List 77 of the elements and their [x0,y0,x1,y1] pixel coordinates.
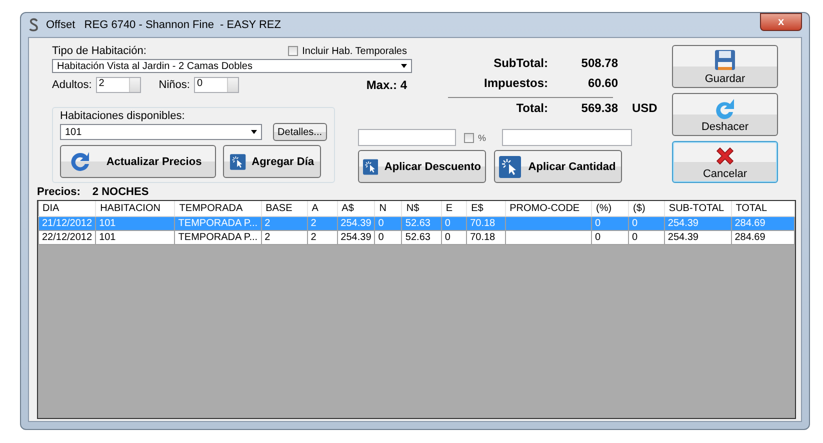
table-cell: 254.39 [664,216,732,230]
side-button[interactable]: Cancelar [672,140,778,183]
table-cell: 101 [96,216,175,230]
total-label: Total: [515,100,548,114]
total-value: 569.38 [580,100,618,114]
column-header[interactable]: TEMPORADA [174,201,262,216]
table-cell: 0 [628,216,664,230]
total-value: 60.60 [586,76,618,90]
column-header[interactable]: E [441,201,467,216]
column-header[interactable]: A$ [337,201,375,216]
app-icon [28,18,40,32]
table-cell: 254.39 [664,230,732,244]
column-header[interactable]: PROMO-CODE [505,201,592,216]
table-cell: 2 [261,216,308,230]
adults-spinner[interactable]: 2 [96,77,141,93]
checkbox-label: Incluir Hab. Temporales [302,46,407,56]
nights-label: 2 NOCHES [92,186,149,198]
available-rooms-label: Habitaciones disponibles: [60,110,185,122]
table-cell: 0 [592,230,629,244]
column-header[interactable]: A [307,201,338,216]
total-label: SubTotal: [492,56,548,70]
table-cell: TEMPORADA P... [174,230,262,244]
column-header[interactable]: N [374,201,402,216]
table-cell: 284.69 [731,216,794,230]
amount-field[interactable] [502,129,632,146]
room-type-dropdown[interactable]: Habitación Vista al Jardin - 2 Camas Dobles [52,59,412,73]
checkbox[interactable] [288,46,298,56]
column-header[interactable]: E$ [466,201,506,216]
table-cell: 52.63 [402,216,442,230]
room-dropdown[interactable]: 101 [60,124,262,140]
adults-label: Adultos: [52,79,92,91]
table-row[interactable]: 22/12/2012 101 TEMPORADA P... 2 2 254.39 0 52.63 0 70.18 0 0 254.39 284.69 [38,230,794,244]
room-type-label: Tipo de Habitación: [52,45,146,57]
column-header[interactable]: SUB-TOTAL [664,201,732,216]
column-header[interactable]: ($) [628,201,664,216]
close-icon [714,144,736,166]
discount-field[interactable] [358,129,456,146]
total-label: Impuestos: [482,76,548,90]
table-cell: 0 [628,230,664,244]
cursor-icon [499,156,521,178]
column-header[interactable]: DIA [38,201,96,216]
table-cell: TEMPORADA P... [174,216,262,230]
children-label: Niños: [158,79,190,91]
table-cell: 2 [307,216,338,230]
action-button[interactable]: Agregar Día [223,145,321,178]
children-spinner[interactable]: 0 [194,77,239,93]
prices-label: Precios: [37,186,80,198]
apply-button[interactable]: Aplicar Descuento [358,150,486,183]
column-header[interactable]: TOTAL [731,201,794,216]
table-cell: 0 [592,216,629,230]
table-cell: 52.63 [402,230,442,244]
table-cell: 2 [307,230,338,244]
side-button[interactable]: Deshacer [672,92,778,136]
column-header[interactable]: N$ [402,201,442,216]
table-cell: 2 [261,230,308,244]
redo-arrow-icon [713,96,737,120]
table-cell: 101 [96,230,175,244]
max-label: Max.: 4 [366,78,407,92]
table-cell: 21/12/2012 [38,216,96,230]
table-cell: 70.18 [466,216,506,230]
table-cell: 284.69 [731,230,794,244]
table-cell: 254.39 [337,216,375,230]
side-button[interactable]: Guardar [672,45,778,88]
table-cell: 22/12/2012 [38,230,96,244]
column-header[interactable]: BASE [261,201,308,216]
apply-button[interactable]: Aplicar Cantidad [494,150,622,183]
table-cell: 254.39 [337,230,375,244]
table-cell: 70.18 [466,230,506,244]
percent-checkbox[interactable] [464,132,474,142]
column-header[interactable]: HABITACION [96,201,175,216]
details-button[interactable]: Detalles... [272,123,327,141]
percent-label: % [478,132,486,142]
window-title: Offset REG 6740 - Shannon Fine - EASY REZ [46,19,281,31]
total-value: 508.78 [580,56,618,70]
currency-label: USD [631,100,658,114]
column-header[interactable]: (%) [592,201,629,216]
action-button[interactable]: Actualizar Precios [60,145,216,178]
